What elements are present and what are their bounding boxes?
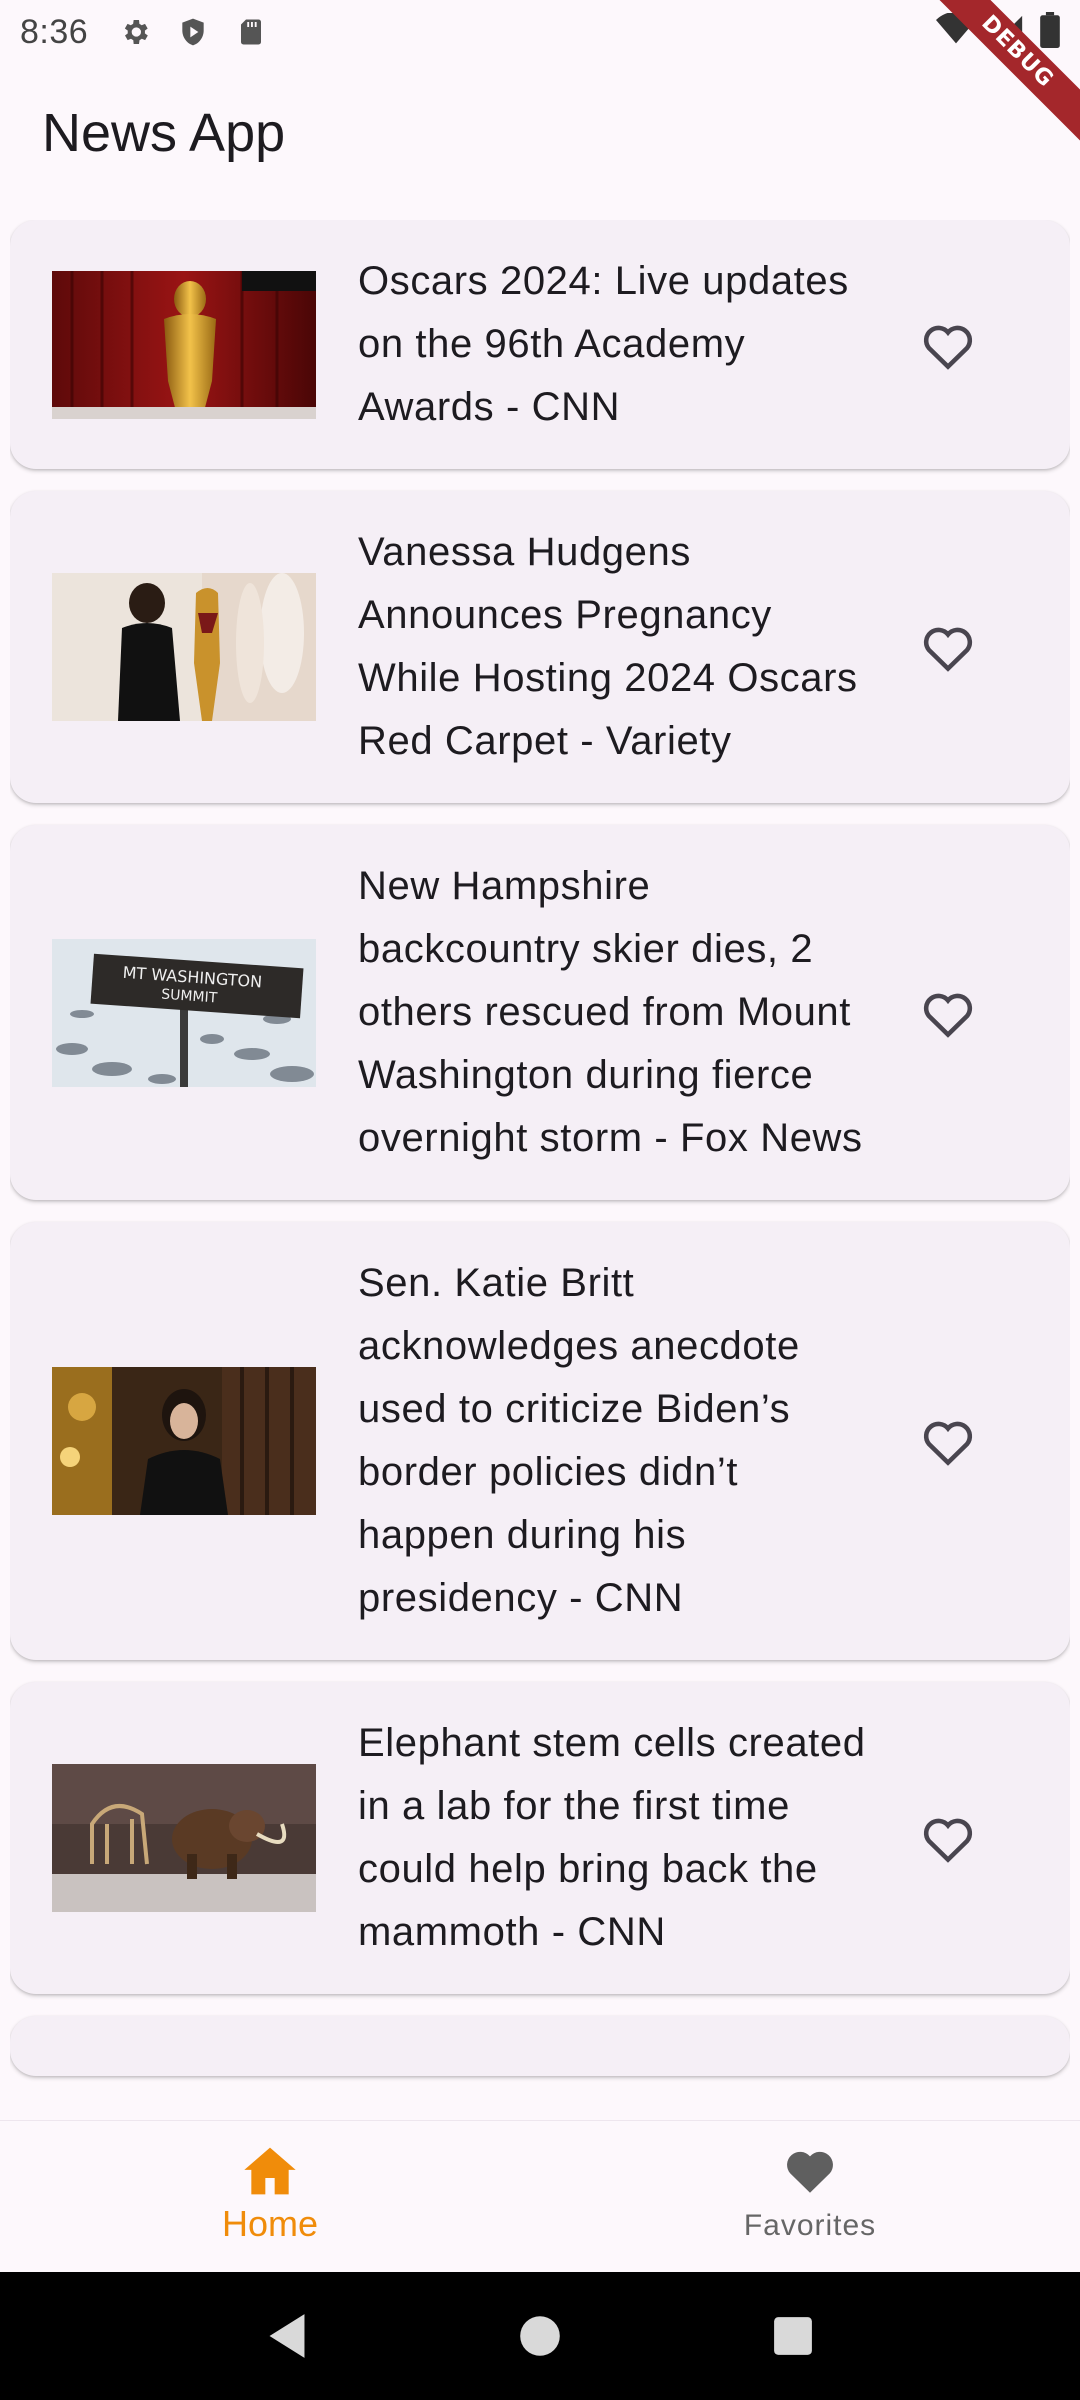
page-title: News App <box>42 103 286 163</box>
nav-favorites-label: Favorites <box>743 2209 877 2242</box>
news-thumbnail <box>52 1367 316 1515</box>
news-title[interactable]: Vanessa Hudgens Announces Pregnancy Whil… <box>358 521 878 773</box>
settings-gear-icon <box>118 15 152 49</box>
favorite-button[interactable] <box>916 1409 980 1473</box>
news-card-partial[interactable] <box>10 2016 1070 2076</box>
favorite-button[interactable] <box>916 1806 980 1870</box>
home-system-button[interactable] <box>510 2306 570 2366</box>
news-title[interactable]: Elephant stem cells created in a lab for… <box>358 1712 878 1964</box>
news-card[interactable]: Oscars 2024: Live updates on the 96th Ac… <box>10 220 1070 469</box>
news-card[interactable]: Elephant stem cells created in a lab for… <box>10 1682 1070 1994</box>
news-card[interactable]: MT WASHINGTON SUMMIT New Hampshire backc… <box>10 825 1070 1200</box>
back-button[interactable] <box>257 2306 317 2366</box>
heart-outline-icon <box>923 993 973 1038</box>
heart-outline-icon <box>923 325 973 370</box>
news-thumbnail <box>52 270 316 419</box>
nav-home[interactable]: Home <box>0 2121 540 2272</box>
recents-square-icon <box>774 2317 813 2355</box>
recents-button[interactable] <box>763 2306 823 2366</box>
system-navigation-bar <box>0 2272 1080 2400</box>
news-card[interactable]: Sen. Katie Britt acknowledges anecdote u… <box>10 1222 1070 1660</box>
status-bar: 8:36 <box>0 0 1080 64</box>
back-triangle-icon <box>269 2314 305 2358</box>
heart-outline-icon <box>923 1421 973 1466</box>
heart-filled-icon <box>787 2151 833 2193</box>
home-icon <box>244 2147 296 2195</box>
home-circle-icon <box>520 2316 560 2356</box>
news-thumbnail <box>52 1764 316 1912</box>
news-thumbnail: MT WASHINGTON SUMMIT <box>52 938 316 1087</box>
news-card[interactable]: Vanessa Hudgens Announces Pregnancy Whil… <box>10 491 1070 803</box>
nav-home-label: Home <box>221 2203 319 2244</box>
heart-outline-icon <box>923 1818 973 1863</box>
heart-outline-icon <box>923 627 973 672</box>
favorite-button[interactable] <box>916 313 980 377</box>
bottom-navigation: Home Favorites <box>0 2120 1080 2272</box>
nav-favorites[interactable]: Favorites <box>540 2121 1080 2272</box>
news-title[interactable]: Sen. Katie Britt acknowledges anecdote u… <box>358 1252 878 1630</box>
news-thumbnail <box>52 573 316 721</box>
play-protect-icon <box>176 15 210 49</box>
favorite-button[interactable] <box>916 615 980 679</box>
sd-card-icon <box>234 15 268 49</box>
status-time: 8:36 <box>20 12 89 51</box>
status-icons <box>118 15 268 49</box>
app-bar: News App <box>0 64 1080 204</box>
favorite-button[interactable] <box>916 981 980 1045</box>
news-title[interactable]: Oscars 2024: Live updates on the 96th Ac… <box>358 250 878 439</box>
news-list[interactable]: Oscars 2024: Live updates on the 96th Ac… <box>10 220 1070 2120</box>
news-title[interactable]: New Hampshire backcountry skier dies, 2 … <box>358 855 878 1170</box>
